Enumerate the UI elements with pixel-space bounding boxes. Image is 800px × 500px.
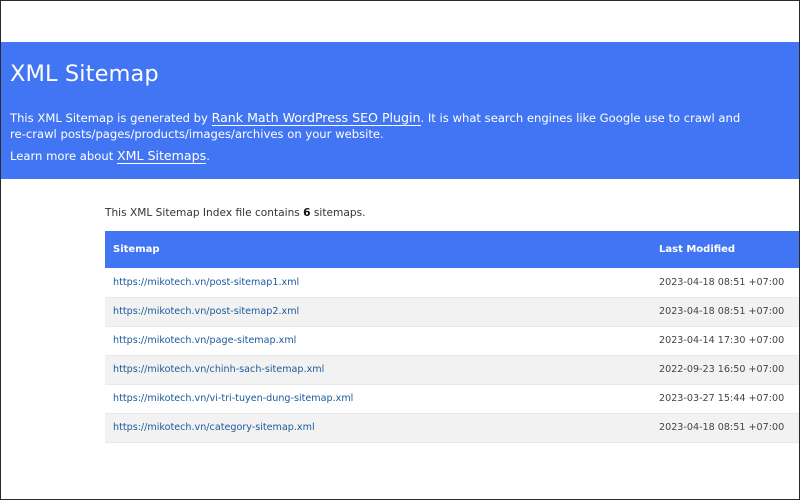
sitemap-count: 6: [303, 207, 311, 219]
rank-math-plugin-link[interactable]: Rank Math WordPress SEO Plugin: [211, 110, 421, 126]
browser-viewport: XML Sitemap This XML Sitemap is generate…: [0, 0, 800, 500]
last-modified-cell: 2023-03-27 15:44 +07:00: [659, 393, 785, 404]
last-modified-cell: 2023-04-18 08:51 +07:00: [659, 306, 785, 317]
page-title: XML Sitemap: [10, 61, 159, 87]
description-text-before: This XML Sitemap is generated by: [10, 111, 212, 125]
header-description: This XML Sitemap is generated by Rank Ma…: [10, 110, 750, 142]
sitemap-url-cell: https://mikotech.vn/post-sitemap1.xml: [105, 268, 649, 297]
xml-sitemaps-link[interactable]: XML Sitemaps: [116, 148, 207, 164]
table-row: https://mikotech.vn/post-sitemap2.xml 20…: [105, 297, 799, 326]
sitemap-url-cell: https://mikotech.vn/page-sitemap.xml: [105, 326, 649, 355]
sitemap-link[interactable]: https://mikotech.vn/post-sitemap1.xml: [113, 277, 299, 288]
intro-text-after: sitemaps.: [310, 207, 366, 219]
table-row: https://mikotech.vn/post-sitemap1.xml 20…: [105, 268, 799, 297]
sitemap-table: Sitemap Last Modified https://mikotech.v…: [105, 231, 799, 443]
table-row: https://mikotech.vn/vi-tri-tuyen-dung-si…: [105, 384, 799, 413]
sitemap-count-text: This XML Sitemap Index file contains 6 s…: [105, 207, 365, 219]
last-modified-cell: 2023-04-14 17:30 +07:00: [659, 335, 785, 346]
intro-text-before: This XML Sitemap Index file contains: [105, 207, 304, 219]
column-header-last-modified: Last Modified: [659, 244, 736, 255]
learn-more-text: Learn more about: [10, 149, 117, 163]
last-modified-cell: 2023-04-18 08:51 +07:00: [659, 422, 785, 433]
learn-more-line: Learn more about XML Sitemaps.: [10, 148, 210, 164]
column-header-sitemap: Sitemap: [113, 244, 160, 255]
sitemap-url-cell: https://mikotech.vn/vi-tri-tuyen-dung-si…: [105, 384, 649, 413]
table-header-row: Sitemap Last Modified: [105, 231, 799, 268]
table-row: https://mikotech.vn/category-sitemap.xml…: [105, 413, 799, 442]
sitemap-url-cell: https://mikotech.vn/post-sitemap2.xml: [105, 297, 649, 326]
last-modified-cell: 2022-09-23 16:50 +07:00: [659, 364, 785, 375]
sitemap-link[interactable]: https://mikotech.vn/post-sitemap2.xml: [113, 306, 299, 317]
sitemap-url-cell: https://mikotech.vn/chinh-sach-sitemap.x…: [105, 355, 649, 384]
sitemap-link[interactable]: https://mikotech.vn/vi-tri-tuyen-dung-si…: [113, 393, 353, 404]
learn-more-period: .: [206, 149, 210, 163]
last-modified-cell: 2023-04-18 08:51 +07:00: [659, 276, 785, 288]
sitemap-link[interactable]: https://mikotech.vn/page-sitemap.xml: [113, 335, 296, 346]
table-row: https://mikotech.vn/chinh-sach-sitemap.x…: [105, 355, 799, 384]
sitemap-link[interactable]: https://mikotech.vn/category-sitemap.xml: [113, 422, 315, 433]
sitemap-url-cell: https://mikotech.vn/category-sitemap.xml: [105, 413, 649, 442]
sitemap-link[interactable]: https://mikotech.vn/chinh-sach-sitemap.x…: [113, 364, 324, 375]
table-row: https://mikotech.vn/page-sitemap.xml 202…: [105, 326, 799, 355]
header-banner: XML Sitemap This XML Sitemap is generate…: [1, 42, 799, 179]
